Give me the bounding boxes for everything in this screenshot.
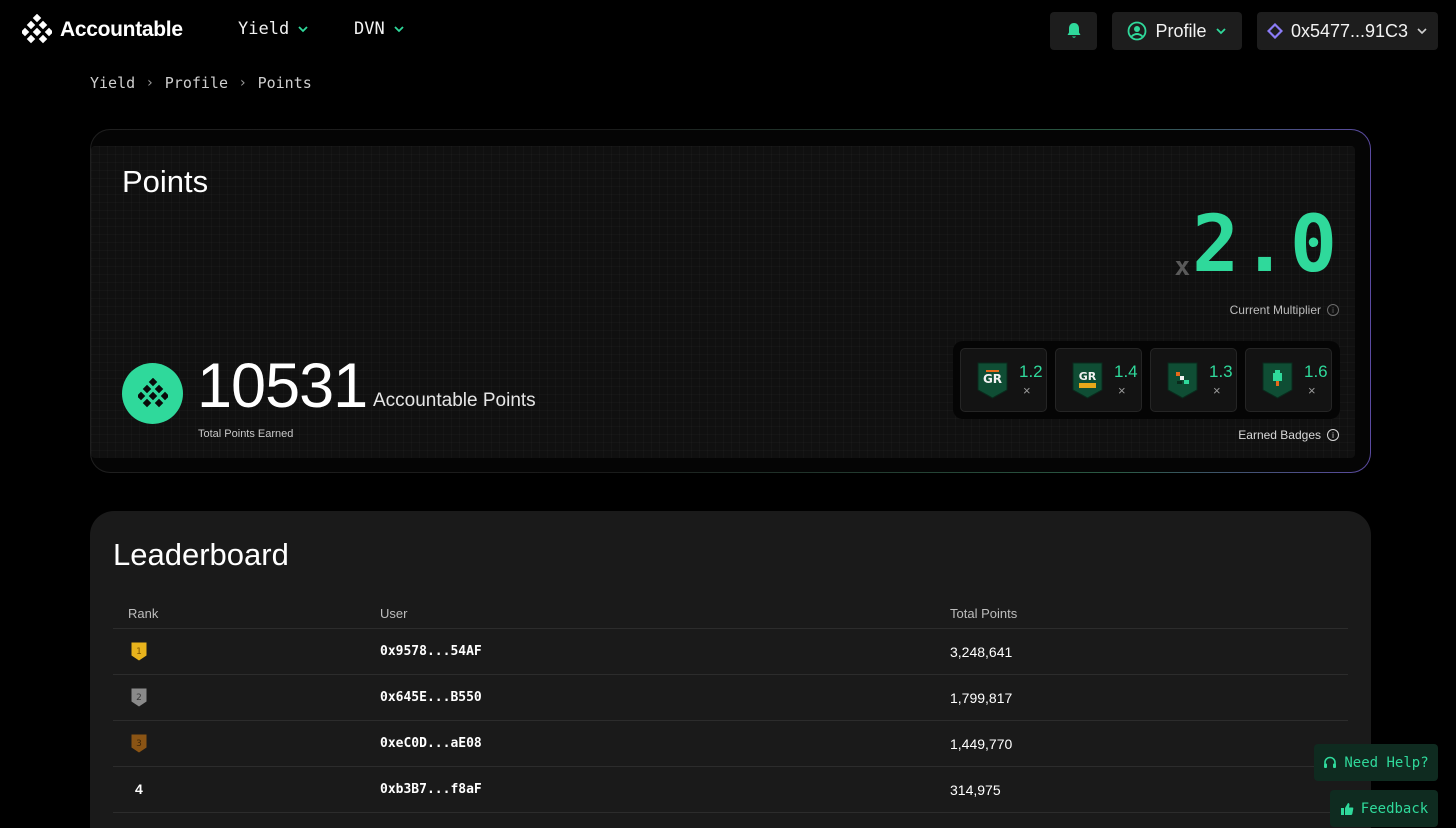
gold-medal-icon: 1 xyxy=(131,642,147,661)
nav-yield-dropdown[interactable]: Yield xyxy=(238,19,309,39)
total-points-value: 10531 xyxy=(197,351,368,421)
rank-number: 4 xyxy=(135,781,143,797)
chevron-down-icon xyxy=(394,26,404,33)
badge-multiplier-suffix: × xyxy=(1308,383,1316,398)
leaderboard-title: Leaderboard xyxy=(113,537,289,572)
rank-number: 3 xyxy=(136,739,142,749)
badge-shield-icon xyxy=(1167,362,1198,399)
multiplier-value: 2.0 xyxy=(1192,200,1339,290)
badge-multiplier-value: 1.3 xyxy=(1209,362,1233,381)
brand-logo-link[interactable]: Accountable xyxy=(22,14,183,46)
breadcrumb-yield[interactable]: Yield xyxy=(90,74,135,92)
user-address: 0x9578...54AF xyxy=(380,644,482,659)
chevron-right-icon: › xyxy=(147,75,153,91)
rank-number: 2 xyxy=(136,693,142,703)
nav-yield-label: Yield xyxy=(238,19,290,39)
badge-item[interactable]: GR 1.2 × xyxy=(960,348,1047,412)
badge-multiplier-value: 1.2 xyxy=(1019,362,1043,381)
need-help-label: Need Help? xyxy=(1344,754,1429,771)
table-header: Rank User Total Points xyxy=(113,597,1348,629)
multiplier-label-row: Current Multiplier i xyxy=(1230,303,1339,317)
user-circle-icon xyxy=(1128,21,1147,41)
earned-badges-label-row: Earned Badges i xyxy=(1238,428,1339,442)
accountable-logo-icon xyxy=(22,14,52,44)
top-navigation-bar: Accountable Yield DVN Profile 0x5477...9… xyxy=(0,0,1456,62)
badge-shield-icon: GR xyxy=(977,362,1008,399)
column-header-total-points: Total Points xyxy=(950,606,1018,621)
nav-dvn-label: DVN xyxy=(354,19,385,39)
chevron-down-icon xyxy=(1215,28,1226,35)
chevron-down-icon xyxy=(1417,28,1427,35)
brand-name: Accountable xyxy=(60,18,183,41)
points-card: Points x 2.0 Current Multiplier i 10531 … xyxy=(91,146,1355,458)
chevron-right-icon: › xyxy=(239,75,246,91)
wallet-address: 0x5477...91C3 xyxy=(1290,20,1409,41)
badge-multiplier-value: 1.6 xyxy=(1304,362,1328,381)
headset-icon xyxy=(1324,756,1337,768)
bronze-medal-icon: 3 xyxy=(131,734,147,753)
earned-badges-list: GR 1.2 × GR 1.4 × 1.3 × 1.6 × xyxy=(953,341,1340,419)
info-icon[interactable]: i xyxy=(1327,304,1339,316)
user-address: 0x645E...B550 xyxy=(380,690,482,705)
badge-item[interactable]: 1.3 × xyxy=(1150,348,1237,412)
user-total-points: 1,449,770 xyxy=(950,736,1013,752)
info-icon[interactable]: i xyxy=(1327,429,1339,441)
user-address: 0xb3B7...f8aF xyxy=(380,782,482,797)
wallet-diamond-icon xyxy=(1266,23,1283,39)
feedback-label: Feedback xyxy=(1360,800,1429,817)
breadcrumb: Yield › Profile › Points xyxy=(90,74,312,92)
breadcrumb-points: Points xyxy=(257,74,312,92)
points-card-frame: Points x 2.0 Current Multiplier i 10531 … xyxy=(90,129,1371,473)
accountable-points-logo-icon xyxy=(122,363,183,424)
table-row: 3 0xeC0D...aE08 1,449,770 xyxy=(113,721,1348,767)
bell-icon xyxy=(1067,23,1080,38)
total-points-label: Total Points Earned xyxy=(198,428,294,440)
column-header-user: User xyxy=(380,606,408,621)
badge-multiplier-suffix: × xyxy=(1213,383,1221,398)
silver-medal-icon: 2 xyxy=(131,688,147,707)
current-multiplier: x 2.0 xyxy=(1174,206,1339,284)
multiplier-label: Current Multiplier xyxy=(1229,303,1321,317)
user-total-points: 314,975 xyxy=(950,782,1001,798)
nav-dvn-dropdown[interactable]: DVN xyxy=(354,19,405,39)
svg-text:GR: GR xyxy=(983,372,1002,386)
badge-multiplier-suffix: × xyxy=(1118,383,1126,398)
badge-shield-icon xyxy=(1262,362,1293,399)
profile-label: Profile xyxy=(1155,20,1207,41)
breadcrumb-profile[interactable]: Profile xyxy=(165,74,228,92)
user-address: 0xeC0D...aE08 xyxy=(380,736,482,751)
chevron-down-icon xyxy=(298,26,308,33)
wallet-dropdown-button[interactable]: 0x5477...91C3 xyxy=(1257,12,1438,50)
earned-badges-label: Earned Badges xyxy=(1238,428,1321,442)
user-total-points: 1,799,817 xyxy=(950,690,1013,706)
total-points-unit: Accountable Points xyxy=(373,390,536,411)
points-title: Points xyxy=(122,164,209,199)
multiplier-prefix: x xyxy=(1174,252,1191,282)
feedback-button[interactable]: Feedback xyxy=(1330,790,1438,827)
thumbs-up-icon xyxy=(1340,802,1354,815)
badge-multiplier-suffix: × xyxy=(1023,383,1031,398)
table-row: 2 0x645E...B550 1,799,817 xyxy=(113,675,1348,721)
badge-item[interactable]: GR 1.4 × xyxy=(1055,348,1142,412)
notifications-button[interactable] xyxy=(1050,12,1097,50)
rank-number: 1 xyxy=(136,647,142,657)
profile-dropdown-button[interactable]: Profile xyxy=(1112,12,1242,50)
svg-text:GR: GR xyxy=(1079,370,1097,383)
need-help-button[interactable]: Need Help? xyxy=(1314,744,1438,781)
leaderboard-card: Leaderboard Rank User Total Points 1 0x9… xyxy=(90,511,1371,828)
table-row: 4 0xb3B7...f8aF 314,975 xyxy=(113,767,1348,813)
table-row: 1 0x9578...54AF 3,248,641 xyxy=(113,629,1348,675)
badge-multiplier-value: 1.4 xyxy=(1114,362,1138,381)
badge-item[interactable]: 1.6 × xyxy=(1245,348,1332,412)
column-header-rank: Rank xyxy=(128,606,159,621)
user-total-points: 3,248,641 xyxy=(950,644,1013,660)
leaderboard-table: Rank User Total Points 1 0x9578...54AF 3… xyxy=(113,597,1348,813)
badge-shield-icon: GR xyxy=(1072,362,1103,399)
